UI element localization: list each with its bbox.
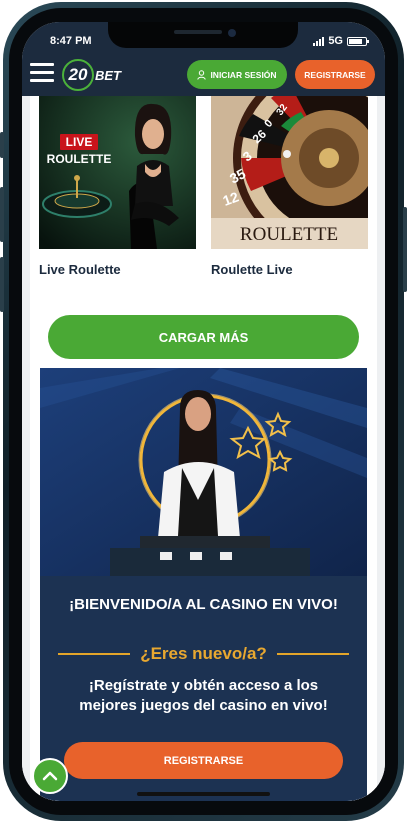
game-thumbnail[interactable]: LIVE ROULETTE xyxy=(39,96,196,249)
front-camera-icon xyxy=(228,29,236,37)
register-top-button[interactable]: REGISTRARSE xyxy=(295,60,375,89)
game-title[interactable]: Roulette Live xyxy=(211,262,368,277)
divider xyxy=(276,653,349,655)
user-icon xyxy=(197,69,207,80)
thumb-label-live: LIVE xyxy=(66,135,93,149)
status-time: 8:47 PM xyxy=(50,35,92,47)
network-label: 5G xyxy=(328,35,343,47)
game-card-roulette-live[interactable]: 12 35 3 26 0 32 ROULETTE Roulette Live xyxy=(211,96,368,277)
promo-subtitle-row: ¿Eres nuevo/a? xyxy=(40,644,367,664)
live-casino-promo: ¡BIENVENIDO/A AL CASINO EN VIVO! ¿Eres n… xyxy=(40,368,367,801)
scroll-to-top-button[interactable] xyxy=(32,758,68,794)
register-button[interactable]: REGISTRARSE xyxy=(64,742,343,779)
load-more-button[interactable]: CARGAR MÁS xyxy=(48,315,359,359)
phone-screen: 8:47 PM 5G 20 BET INICIAR SESIÓN REGISTR… xyxy=(22,22,385,801)
games-panel: LIVE ROULETTE Live Roulette 12 35 3 26 0… xyxy=(30,96,377,801)
promo-subtitle: ¿Eres nuevo/a? xyxy=(140,644,267,663)
status-bar: 8:47 PM 5G xyxy=(22,22,385,52)
status-indicators: 5G xyxy=(313,35,369,47)
home-indicator xyxy=(137,792,270,796)
divider xyxy=(58,653,131,655)
game-thumbnail[interactable]: 12 35 3 26 0 32 ROULETTE xyxy=(211,96,368,249)
promo-title: ¡BIENVENIDO/A AL CASINO EN VIVO! xyxy=(69,596,338,613)
thumb-label-roulette: ROULETTE xyxy=(47,152,112,166)
login-button[interactable]: INICIAR SESIÓN xyxy=(187,60,287,89)
site-header: 20 BET INICIAR SESIÓN REGISTRARSE xyxy=(22,52,385,96)
speaker-grille xyxy=(174,30,222,34)
signal-icon xyxy=(313,36,325,46)
login-label: INICIAR SESIÓN xyxy=(210,69,277,80)
promo-banner-image xyxy=(40,368,367,576)
volume-up-button xyxy=(0,187,4,242)
notch xyxy=(108,22,298,48)
game-title[interactable]: Live Roulette xyxy=(39,262,196,277)
volume-down-button xyxy=(0,257,4,312)
mute-switch xyxy=(0,132,4,158)
game-card-live-roulette[interactable]: LIVE ROULETTE Live Roulette xyxy=(39,96,196,277)
thumb-label-roulette: ROULETTE xyxy=(240,224,338,245)
battery-icon xyxy=(347,36,369,46)
chevron-up-icon xyxy=(42,771,58,781)
power-button xyxy=(403,207,407,292)
logo-text: BET xyxy=(95,67,121,83)
logo-badge: 20 xyxy=(62,59,94,91)
menu-icon[interactable] xyxy=(30,63,54,83)
main-content: LIVE ROULETTE Live Roulette 12 35 3 26 0… xyxy=(22,96,385,801)
promo-description: ¡Regístrate y obtén acceso a los mejores… xyxy=(79,677,328,714)
site-logo[interactable]: 20 BET xyxy=(62,59,121,91)
